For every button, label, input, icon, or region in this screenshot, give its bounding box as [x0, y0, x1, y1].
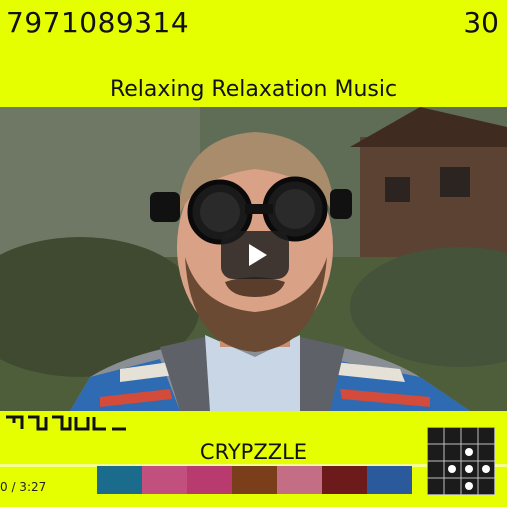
- swatch-6[interactable]: [322, 466, 367, 494]
- swatch-2[interactable]: [142, 466, 187, 494]
- page-frame: 7971089314 30 Relaxing Relaxation Music: [0, 0, 511, 507]
- time-display: 0 / 3:27: [0, 480, 47, 494]
- grid-pattern-graphic: [426, 426, 496, 496]
- count-number: 30: [463, 6, 499, 39]
- swatch-4[interactable]: [232, 466, 277, 494]
- ideogram-logo: [6, 415, 126, 431]
- play-button[interactable]: [221, 231, 289, 279]
- video-title: Relaxing Relaxation Music: [109, 77, 398, 102]
- play-icon: [248, 244, 267, 266]
- swatch-7[interactable]: [367, 466, 412, 494]
- grid-pattern-icon[interactable]: [426, 426, 496, 496]
- swatch-5[interactable]: [277, 466, 322, 494]
- color-swatches: [97, 466, 412, 494]
- swatch-1[interactable]: [97, 466, 142, 494]
- swatch-3[interactable]: [187, 466, 232, 494]
- code-number: 7971089314: [6, 6, 190, 39]
